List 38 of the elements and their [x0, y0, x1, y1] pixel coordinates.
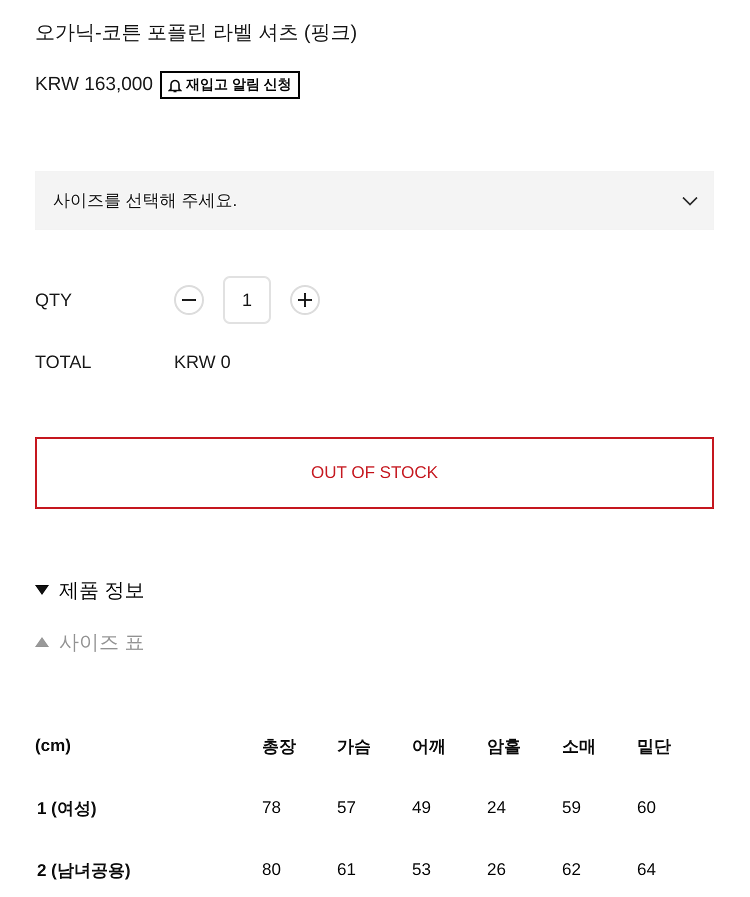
triangle-down-icon: [35, 584, 49, 596]
total-label: TOTAL: [35, 352, 92, 373]
table-cell-text: 49: [412, 797, 432, 819]
restock-alert-button[interactable]: 재입고 알림 신청: [160, 71, 300, 99]
table-cell-text: 61: [337, 859, 357, 881]
table-cell-text: 26: [487, 859, 507, 881]
table-cell-text: 78: [262, 797, 282, 819]
quantity-field[interactable]: 1: [223, 276, 271, 324]
total-price: KRW 0: [174, 352, 231, 373]
column-header: 암홀: [487, 736, 522, 758]
table-cell-text: 24: [487, 797, 507, 819]
increase-button[interactable]: [290, 285, 320, 315]
column-header: 가슴: [337, 736, 372, 758]
column-header: 어깨: [412, 736, 447, 758]
row-header: 2 (남녀공용): [36, 860, 132, 882]
size-dropdown[interactable]: 사이즈를 선택해 주세요.: [35, 171, 714, 230]
table-cell-text: 80: [262, 859, 282, 881]
product-price: KRW 163,000: [35, 74, 153, 96]
table-cell-text: 59: [562, 797, 582, 819]
decrease-button[interactable]: [174, 285, 204, 315]
column-header: 소매: [562, 736, 597, 758]
accordion-toggle[interactable]: 제품 정보: [35, 575, 145, 605]
minus-icon: [181, 299, 197, 301]
product-title: 오가닉-코튼 포플린 라벨 셔츠 (핑크): [35, 21, 358, 46]
chevron-down-icon: [682, 196, 698, 206]
triangle-up-icon: [35, 636, 49, 648]
quantity-label: QTY: [35, 290, 74, 310]
row-header: 1 (여성): [36, 798, 98, 820]
bell-icon: [168, 78, 182, 92]
column-header: 밑단: [637, 736, 672, 758]
column-header: 총장: [262, 736, 297, 758]
plus-icon: [297, 292, 313, 308]
table-cell-text: 64: [637, 859, 657, 881]
table-cell-text: 57: [337, 797, 357, 819]
column-header: (cm): [35, 735, 72, 757]
table-cell-text: 60: [637, 797, 657, 819]
table-cell-text: 62: [562, 859, 582, 881]
table-cell-text: 53: [412, 859, 432, 881]
